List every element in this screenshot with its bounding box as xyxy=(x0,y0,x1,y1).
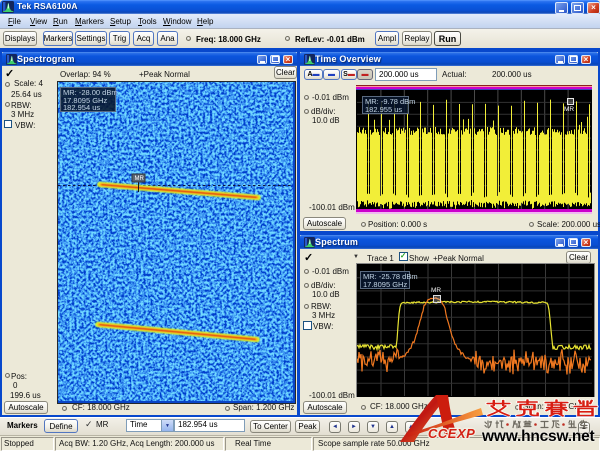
svg-text:MR: MR xyxy=(135,176,145,182)
svg-text:CCEXP: CCEXP xyxy=(428,426,475,441)
